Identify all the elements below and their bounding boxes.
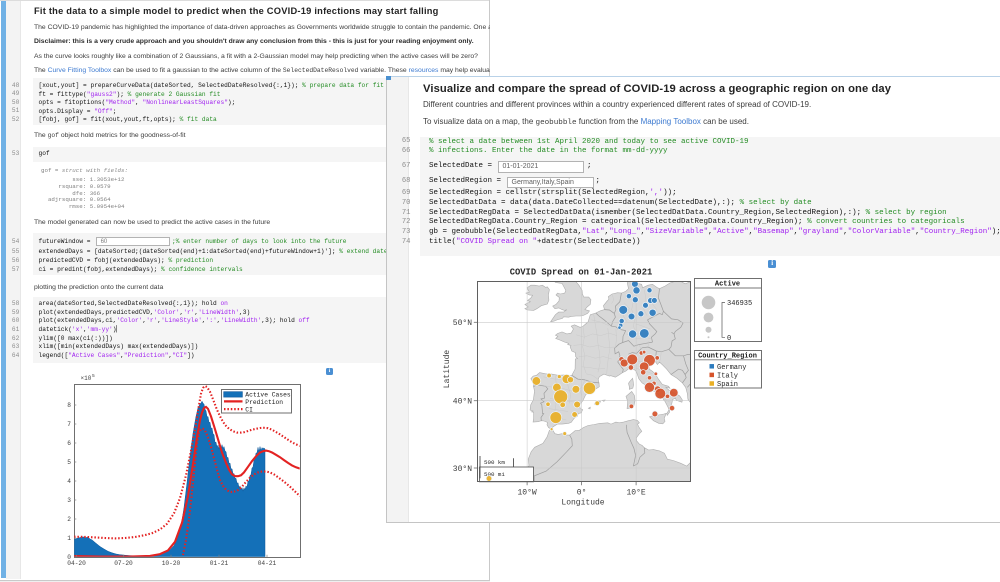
svg-text:0: 0: [727, 335, 731, 343]
svg-text:04-20: 04-20: [67, 560, 86, 567]
svg-text:COVID Spread on 01-Jan-2021: COVID Spread on 01-Jan-2021: [510, 268, 653, 278]
svg-text:Country_Region: Country_Region: [698, 352, 757, 360]
svg-text:8: 8: [67, 402, 71, 409]
svg-text:×10: ×10: [81, 375, 92, 382]
svg-text:Longitude: Longitude: [561, 499, 604, 508]
svg-text:CI: CI: [245, 407, 253, 414]
svg-text:4: 4: [67, 478, 71, 485]
svg-text:1: 1: [67, 535, 71, 542]
svg-text:5: 5: [92, 373, 95, 379]
svg-text:Latitude: Latitude: [443, 350, 452, 389]
svg-text:07-20: 07-20: [114, 560, 133, 567]
svg-text:Italy: Italy: [717, 372, 738, 380]
svg-text:2: 2: [67, 516, 71, 523]
svg-text:04-21: 04-21: [258, 560, 277, 567]
svg-text:Prediction: Prediction: [245, 399, 283, 406]
svg-text:3: 3: [67, 497, 71, 504]
svg-text:Spain: Spain: [717, 381, 738, 389]
svg-text:Active: Active: [715, 281, 740, 289]
svg-text:10°E: 10°E: [626, 489, 645, 498]
svg-text:10°W: 10°W: [517, 489, 536, 498]
svg-text:500 km: 500 km: [484, 459, 505, 466]
svg-text:5: 5: [67, 459, 71, 466]
svg-text:Active Cases: Active Cases: [245, 392, 291, 399]
svg-text:50°N: 50°N: [453, 319, 472, 328]
svg-text:01-21: 01-21: [210, 560, 229, 567]
svg-text:7: 7: [67, 421, 71, 428]
svg-text:Germany: Germany: [717, 364, 746, 372]
svg-text:30°N: 30°N: [453, 465, 472, 474]
svg-text:0°: 0°: [577, 489, 587, 498]
svg-text:40°N: 40°N: [453, 398, 472, 407]
svg-text:10-20: 10-20: [162, 560, 181, 567]
svg-text:6: 6: [67, 440, 71, 447]
svg-text:346935: 346935: [727, 300, 752, 308]
